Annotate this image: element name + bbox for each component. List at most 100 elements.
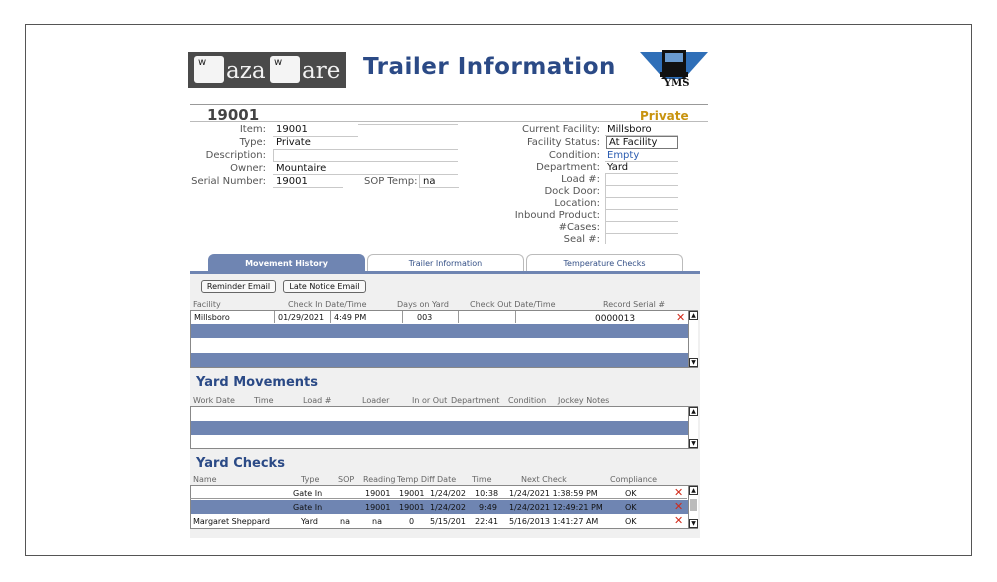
condition-field[interactable]: Empty bbox=[607, 150, 639, 161]
ym-row-band bbox=[191, 421, 688, 435]
description-edge bbox=[273, 150, 274, 161]
truck-logo-icon: YMS bbox=[640, 48, 708, 92]
yc-r2-time: 9:49 bbox=[479, 503, 497, 512]
owner-label: Owner: bbox=[230, 163, 266, 174]
mh-facility: Millsboro bbox=[194, 313, 230, 322]
yc-r3-reading: na bbox=[372, 517, 382, 526]
logo-word-1: aza bbox=[226, 58, 266, 84]
yc-col-compliance: Compliance bbox=[610, 475, 658, 484]
type-underline bbox=[273, 149, 458, 150]
owner-field[interactable]: Mountaire bbox=[276, 163, 326, 174]
mh-sep-2 bbox=[330, 311, 331, 323]
yc-r1-next: 1/24/2021 1:38:59 PM bbox=[509, 489, 598, 498]
tab-trailer-information[interactable]: Trailer Information bbox=[367, 254, 524, 272]
sop-temp-field[interactable]: na bbox=[423, 176, 435, 187]
arrow-up-icon[interactable]: ▲ bbox=[689, 486, 698, 495]
item-field[interactable]: 19001 bbox=[276, 124, 308, 135]
header-divider bbox=[190, 104, 708, 105]
yc-scrollbar[interactable]: ▲ ▼ bbox=[688, 486, 698, 528]
yms-badge-text: YMS bbox=[664, 78, 690, 89]
yc-r3-name: Margaret Sheppard bbox=[193, 517, 271, 526]
tab-temperature-checks[interactable]: Temperature Checks bbox=[526, 254, 683, 272]
yc-r1-time: 10:38 bbox=[475, 489, 499, 498]
inbound-product-label: Inbound Product: bbox=[514, 210, 600, 221]
arrow-up-icon[interactable]: ▲ bbox=[689, 407, 698, 416]
yard-movements-list[interactable]: ▲ ▼ bbox=[190, 406, 698, 449]
yard-movements-title: Yard Movements bbox=[196, 375, 318, 390]
red-x-icon[interactable]: ✕ bbox=[674, 487, 683, 498]
red-x-icon[interactable]: ✕ bbox=[676, 312, 685, 323]
yc-col-date: Date bbox=[437, 475, 457, 484]
col-record-serial: Record Serial # bbox=[603, 300, 666, 309]
arrow-up-icon[interactable]: ▲ bbox=[689, 311, 698, 320]
serial-underline bbox=[273, 187, 343, 188]
yc-r3-next: 5/16/2013 1:41:27 AM bbox=[509, 517, 599, 526]
type-label: Type: bbox=[239, 137, 266, 148]
mh-time: 4:49 PM bbox=[334, 313, 367, 322]
reminder-email-button[interactable]: Reminder Email bbox=[201, 280, 276, 293]
yc-r1-diff: 19001 bbox=[399, 489, 425, 498]
yc-r3-compliance: OK bbox=[625, 517, 637, 526]
item-label: Item: bbox=[239, 124, 266, 135]
yc-r2-next: 1/24/2021 12:49:21 PM bbox=[509, 503, 603, 512]
mh-sep-1 bbox=[274, 311, 275, 323]
late-notice-email-button[interactable]: Late Notice Email bbox=[283, 280, 366, 293]
col-check-in: Check In Date/Time bbox=[288, 300, 367, 309]
yc-col-next-check: Next Check bbox=[521, 475, 567, 484]
load-edge bbox=[605, 174, 606, 185]
department-label: Department: bbox=[536, 162, 600, 173]
arrow-down-icon[interactable]: ▼ bbox=[689, 358, 698, 367]
ym-scrollbar[interactable]: ▲ ▼ bbox=[688, 407, 698, 448]
owner-underline bbox=[273, 174, 458, 175]
arrow-down-icon[interactable]: ▼ bbox=[689, 519, 698, 528]
current-facility-field[interactable]: Millsboro bbox=[607, 124, 652, 135]
col-facility: Facility bbox=[193, 300, 221, 309]
mh-date: 01/29/2021 bbox=[278, 313, 325, 322]
yc-col-type: Type bbox=[301, 475, 320, 484]
ym-col-in-out: In or Out bbox=[412, 396, 448, 405]
load-label: Load #: bbox=[561, 174, 600, 185]
yc-r3-diff: 0 bbox=[409, 517, 415, 526]
dock-edge bbox=[605, 186, 606, 197]
seal-edge bbox=[605, 234, 606, 244]
yc-col-reading: Reading bbox=[363, 475, 396, 484]
tab-movement-history[interactable]: Movement History bbox=[208, 254, 365, 272]
ym-col-jockey-notes: Jockey Notes bbox=[558, 396, 610, 405]
yc-r1-type: Gate In bbox=[293, 489, 323, 498]
department-field[interactable]: Yard bbox=[607, 162, 628, 173]
loc-underline bbox=[605, 209, 678, 210]
yc-r2-date: 1/24/202 bbox=[430, 503, 466, 512]
mh-serial: 0000013 bbox=[595, 314, 636, 324]
sop-underline bbox=[419, 187, 459, 188]
movement-scrollbar[interactable]: ▲ ▼ bbox=[688, 311, 698, 367]
yc-r1-compliance: OK bbox=[625, 489, 637, 498]
facility-status-value: At Facility bbox=[609, 137, 658, 148]
logo-word-2: are bbox=[302, 58, 341, 84]
cases-underline bbox=[605, 233, 678, 234]
yc-r1-date: 1/24/202 bbox=[430, 489, 466, 498]
yc-r3-time: 22:41 bbox=[475, 517, 499, 526]
ym-col-load: Load # bbox=[303, 396, 332, 405]
load-underline bbox=[605, 185, 678, 186]
yc-r3-type: Yard bbox=[301, 517, 318, 526]
ym-col-loader: Loader bbox=[362, 396, 390, 405]
yc-row-sep-1 bbox=[190, 498, 687, 499]
serial-number-label: Serial Number: bbox=[191, 176, 266, 187]
sop-edge bbox=[419, 175, 420, 187]
yc-r2-reading: 19001 bbox=[365, 503, 391, 512]
yc-col-temp-diff: Temp Diff bbox=[397, 475, 435, 484]
serial-number-field[interactable]: 19001 bbox=[276, 176, 308, 187]
yc-r2-compliance: OK bbox=[625, 503, 637, 512]
ip-edge bbox=[605, 210, 606, 221]
row-band-1 bbox=[191, 324, 688, 338]
type-field[interactable]: Private bbox=[276, 137, 311, 148]
mh-days: 003 bbox=[417, 313, 433, 322]
red-x-icon[interactable]: ✕ bbox=[674, 501, 683, 512]
red-x-icon[interactable]: ✕ bbox=[674, 515, 683, 526]
yc-col-sop: SOP bbox=[338, 475, 355, 484]
cases-label: #Cases: bbox=[558, 222, 600, 233]
arrow-down-icon[interactable]: ▼ bbox=[689, 439, 698, 448]
page-title: Trailer Information bbox=[363, 54, 616, 80]
yc-scroll-thumb[interactable] bbox=[690, 499, 697, 511]
yc-r2-type: Gate In bbox=[293, 503, 323, 512]
